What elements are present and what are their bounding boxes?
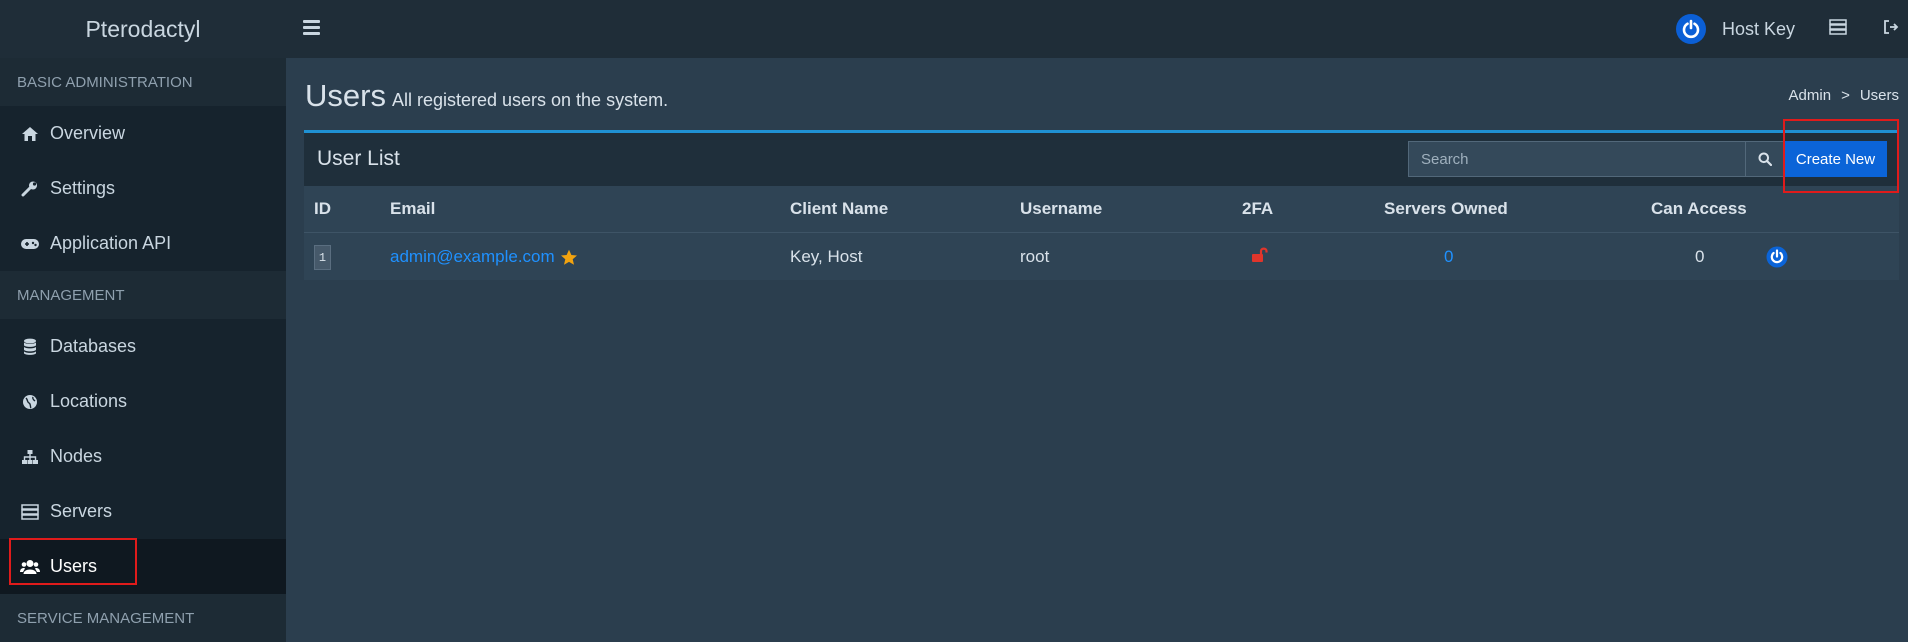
sidebar-section-basic-administration: BASIC ADMINISTRATION — [0, 58, 286, 106]
sidebar-item-label: Databases — [50, 336, 137, 356]
user-can-access: 0 — [1695, 247, 1705, 266]
highlight-users-box — [9, 538, 137, 585]
home-icon — [19, 123, 41, 145]
column-header-client-name: Client Name — [790, 199, 889, 218]
sidebar-item-label: Application API — [50, 233, 172, 253]
search-icon — [1758, 152, 1772, 166]
column-header-username: Username — [1020, 199, 1103, 218]
user-name: Host Key — [1722, 18, 1796, 39]
column-header-can-access: Can Access — [1651, 199, 1747, 218]
column-header-servers-owned: Servers Owned — [1384, 199, 1508, 218]
sidebar-item-servers[interactable]: Servers — [0, 484, 286, 539]
column-header-2fa: 2FA — [1242, 199, 1274, 218]
sidebar-item-databases[interactable]: Databases — [0, 319, 286, 374]
database-icon — [19, 336, 41, 358]
sidebar-item-nodes[interactable]: Nodes — [0, 429, 286, 484]
sidebar-section-management: MANAGEMENT — [0, 271, 286, 319]
server-icon — [19, 501, 41, 523]
sidebar-item-overview[interactable]: Overview — [0, 106, 286, 161]
sidebar-item-label: Settings — [50, 178, 116, 198]
search-button[interactable] — [1746, 141, 1784, 177]
page-title-text: Users — [305, 78, 386, 113]
search-input[interactable] — [1408, 141, 1746, 177]
globe-icon — [19, 391, 41, 413]
unlock-icon — [1251, 246, 1269, 269]
star-icon — [560, 249, 577, 265]
wrench-icon — [19, 178, 41, 200]
sidebar-section-service-management: SERVICE MANAGEMENT — [0, 594, 286, 642]
avatar — [1676, 14, 1706, 44]
user-avatar-icon[interactable] — [1766, 246, 1788, 273]
box-header: User List Create New — [304, 133, 1899, 186]
user-email-link[interactable]: admin@example.com — [390, 247, 555, 267]
table-divider — [304, 232, 1899, 233]
box-title: User List — [317, 147, 400, 170]
sidebar-item-application-api[interactable]: Application API — [0, 216, 286, 271]
column-header-id: ID — [314, 199, 331, 218]
server-icon[interactable] — [1827, 16, 1849, 38]
sidebar-item-label: Overview — [50, 123, 126, 143]
user-client-name: Key, Host — [790, 247, 863, 266]
top-bar: Pterodactyl Host Key — [0, 0, 1908, 58]
menu-toggle-icon[interactable] — [303, 17, 320, 37]
user-email-cell: admin@example.com — [390, 247, 578, 267]
gamepad-icon — [19, 233, 41, 255]
user-id-badge: 1 — [314, 245, 331, 270]
breadcrumb-current: Users — [1859, 87, 1899, 104]
page-subtitle: All registered users on the system. — [391, 90, 669, 110]
breadcrumb-admin[interactable]: Admin — [1789, 87, 1832, 104]
brand-logo[interactable]: Pterodactyl — [0, 0, 286, 58]
sidebar-item-label: Nodes — [50, 446, 103, 466]
breadcrumb: Admin > Users — [1789, 87, 1899, 104]
sitemap-icon — [19, 446, 41, 468]
user-servers-owned-link[interactable]: 0 — [1444, 247, 1453, 267]
column-header-email: Email — [390, 199, 436, 218]
user-username: root — [1020, 247, 1050, 266]
page-title: Users All registered users on the system… — [305, 78, 668, 114]
user-menu[interactable]: Host Key — [1676, 12, 1795, 46]
sidebar-item-label: Servers — [50, 501, 113, 521]
logout-icon[interactable] — [1880, 16, 1902, 38]
sidebar-item-settings[interactable]: Settings — [0, 161, 286, 216]
sidebar-item-label: Locations — [50, 391, 128, 411]
sidebar-item-locations[interactable]: Locations — [0, 374, 286, 429]
user-list-box: User List Create New ID Email Client Nam… — [304, 130, 1899, 280]
breadcrumb-separator: > — [1841, 87, 1850, 104]
highlight-create-new-box — [1783, 119, 1899, 193]
